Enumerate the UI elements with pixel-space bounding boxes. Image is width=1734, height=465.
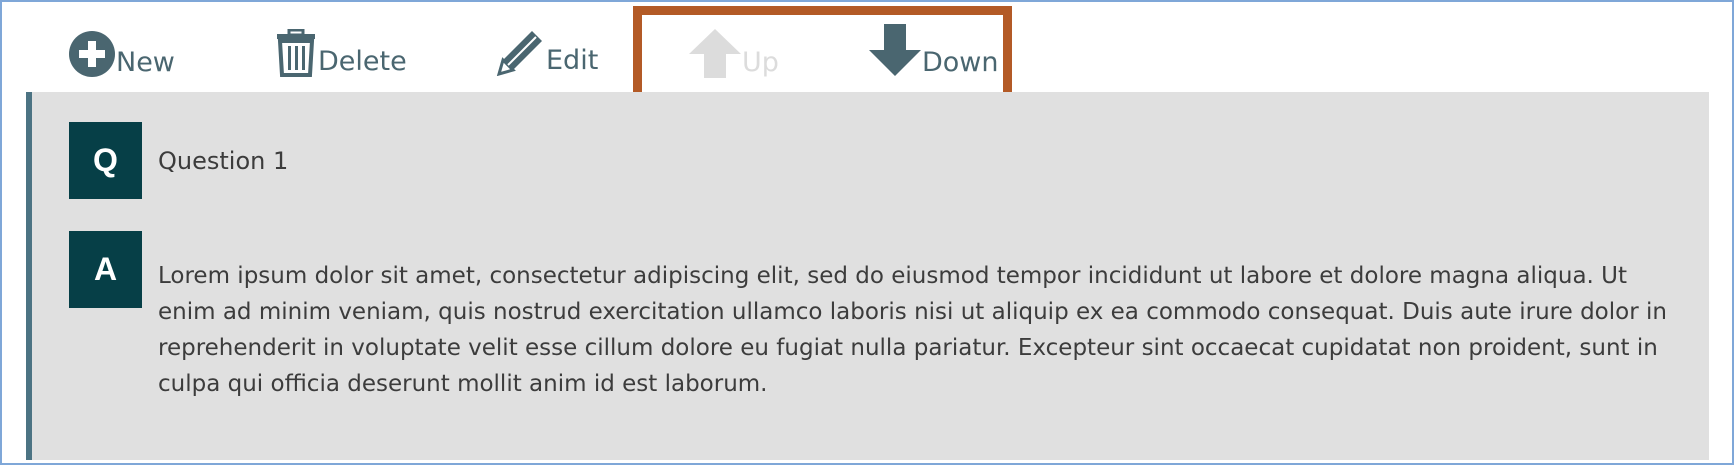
delete-button[interactable]: Delete bbox=[274, 29, 407, 77]
qa-panel: Q Question 1 A Lorem ipsum dolor sit ame… bbox=[26, 92, 1709, 460]
pencil-icon bbox=[496, 31, 542, 76]
edit-label: Edit bbox=[546, 45, 599, 76]
question-badge: Q bbox=[69, 122, 142, 199]
answer-text: Lorem ipsum dolor sit amet, consectetur … bbox=[158, 263, 1667, 397]
new-button[interactable]: New bbox=[68, 30, 175, 78]
question-text: Question 1 bbox=[158, 147, 289, 175]
plus-circle-icon bbox=[69, 31, 115, 77]
trash-icon bbox=[277, 29, 315, 77]
delete-label: Delete bbox=[318, 46, 407, 77]
toolbar: New Delete Edit Up Down bbox=[2, 2, 1732, 114]
new-label: New bbox=[116, 47, 175, 78]
answer-badge: A bbox=[69, 231, 142, 308]
window-frame: New Delete Edit Up Down Q Question 1 A L… bbox=[0, 0, 1734, 465]
edit-button[interactable]: Edit bbox=[496, 28, 598, 76]
